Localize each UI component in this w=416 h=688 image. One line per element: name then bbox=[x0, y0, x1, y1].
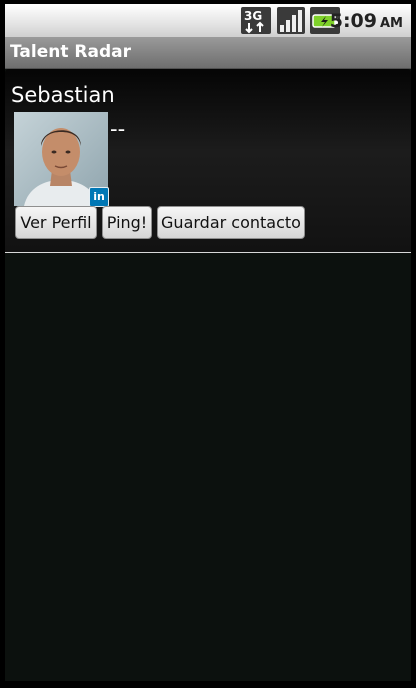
clock-time: 5:09 bbox=[329, 10, 377, 32]
view-profile-button[interactable]: Ver Perfil bbox=[15, 206, 97, 239]
main-content: Sebastian in -- Ver Perfil Ping! Guardar… bbox=[5, 69, 411, 681]
profile-name: Sebastian bbox=[11, 83, 115, 107]
svg-text:3G: 3G bbox=[244, 9, 262, 23]
title-bar: Talent Radar bbox=[5, 37, 411, 69]
profile-card[interactable]: Sebastian in -- Ver Perfil Ping! Guardar… bbox=[5, 69, 411, 252]
linkedin-icon: in bbox=[89, 187, 109, 207]
status-bar: 3G 5:09 AM bbox=[5, 4, 411, 37]
save-contact-button[interactable]: Guardar contacto bbox=[157, 206, 305, 239]
profile-headline: -- bbox=[110, 117, 126, 141]
signal-icon bbox=[277, 7, 305, 34]
app-title: Talent Radar bbox=[10, 42, 131, 62]
network-3g-icon: 3G bbox=[241, 7, 271, 34]
ping-button[interactable]: Ping! bbox=[102, 206, 152, 239]
device-frame: 3G 5:09 AM Talent Radar Sebastian in -- … bbox=[0, 0, 416, 688]
clock-ampm: AM bbox=[380, 16, 403, 31]
divider bbox=[5, 252, 411, 253]
clock: 5:09 AM bbox=[330, 10, 403, 32]
